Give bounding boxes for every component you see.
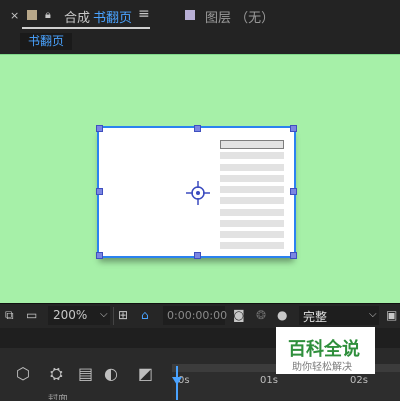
page-line <box>220 220 284 227</box>
graph-editor-icon[interactable]: ◩ <box>138 364 153 383</box>
grid-guides-icon[interactable]: ⊞ <box>118 308 128 322</box>
draft-3d-icon[interactable]: ⬡ <box>16 364 30 383</box>
page-line <box>220 242 284 249</box>
page-line <box>220 175 284 182</box>
camera-snapshot-icon[interactable]: ◙ <box>233 308 245 322</box>
close-tab-icon[interactable]: × <box>10 9 19 22</box>
lock-icon[interactable]: 🔒︎ <box>45 8 51 22</box>
panel-tab-bar: × 🔒︎ 合成 书翻页 ≡ 图层 （无） <box>0 0 400 30</box>
chevron-down-icon[interactable]: ⌵ <box>369 309 377 320</box>
page-line <box>220 164 284 171</box>
current-time: 0:00:00:00 <box>167 309 228 322</box>
transform-handle[interactable] <box>96 252 103 259</box>
playhead-handle[interactable] <box>172 377 182 385</box>
frame-blending-icon[interactable]: ▤ <box>78 364 93 383</box>
panel-menu-icon[interactable]: ≡ <box>138 6 150 22</box>
transform-handle[interactable] <box>290 125 297 132</box>
transform-handle[interactable] <box>96 188 103 195</box>
tick-label: 01s <box>260 375 278 386</box>
comp-breadcrumb-bar: 书翻页 <box>0 31 400 53</box>
page-line <box>220 197 284 204</box>
page-line <box>220 231 284 238</box>
region-of-interest-icon[interactable]: ▣ <box>386 308 397 322</box>
resolution-value: 完整 <box>303 310 328 324</box>
viewer-toolbar: ⧉ ▭ 200% ⌵ ⊞ ⌂ 0:00:00:00 ◙ ❂ ● 完整 ⌵ ▣ <box>0 303 400 328</box>
anchor-point-icon[interactable] <box>186 181 210 205</box>
transform-handle[interactable] <box>194 252 201 259</box>
transform-handle[interactable] <box>194 125 201 132</box>
divider <box>113 307 114 325</box>
motion-blur-icon[interactable]: ◐ <box>104 364 118 383</box>
page-line <box>220 152 284 159</box>
active-tab-underline <box>22 27 150 29</box>
page-line <box>220 186 284 193</box>
tick-label: 02s <box>350 375 368 386</box>
page-header-bar <box>220 140 284 149</box>
always-preview-icon[interactable]: ⧉ <box>5 308 14 323</box>
layer-color-swatch-icon <box>185 10 195 20</box>
page-line <box>220 209 284 216</box>
monitor-icon[interactable]: ▭ <box>26 308 37 322</box>
comp-color-swatch-icon <box>27 10 37 20</box>
show-snapshot-icon[interactable]: ❂ <box>256 308 266 322</box>
zoom-value: 200% <box>53 308 88 322</box>
breadcrumb-item[interactable]: 书翻页 <box>20 33 73 50</box>
composition-tab[interactable]: 书翻页 <box>93 7 132 26</box>
layer-name[interactable]: 封面 <box>48 394 68 400</box>
mask-visibility-icon[interactable]: ⌂ <box>141 308 149 322</box>
transform-handle[interactable] <box>290 188 297 195</box>
transform-handle[interactable] <box>96 125 103 132</box>
shy-layers-icon[interactable]: ⛭ <box>50 364 63 384</box>
watermark-subtitle: 助你轻松解决 <box>292 362 352 373</box>
chevron-down-icon[interactable]: ⌵ <box>100 309 108 320</box>
composition-panel-label: 合成 <box>64 11 91 26</box>
color-channels-icon[interactable]: ● <box>277 308 287 322</box>
watermark: 百科全说 助你轻松解决 <box>276 327 375 374</box>
layer-panel-tab[interactable]: 图层 （无） <box>205 7 274 26</box>
transform-handle[interactable] <box>290 252 297 259</box>
